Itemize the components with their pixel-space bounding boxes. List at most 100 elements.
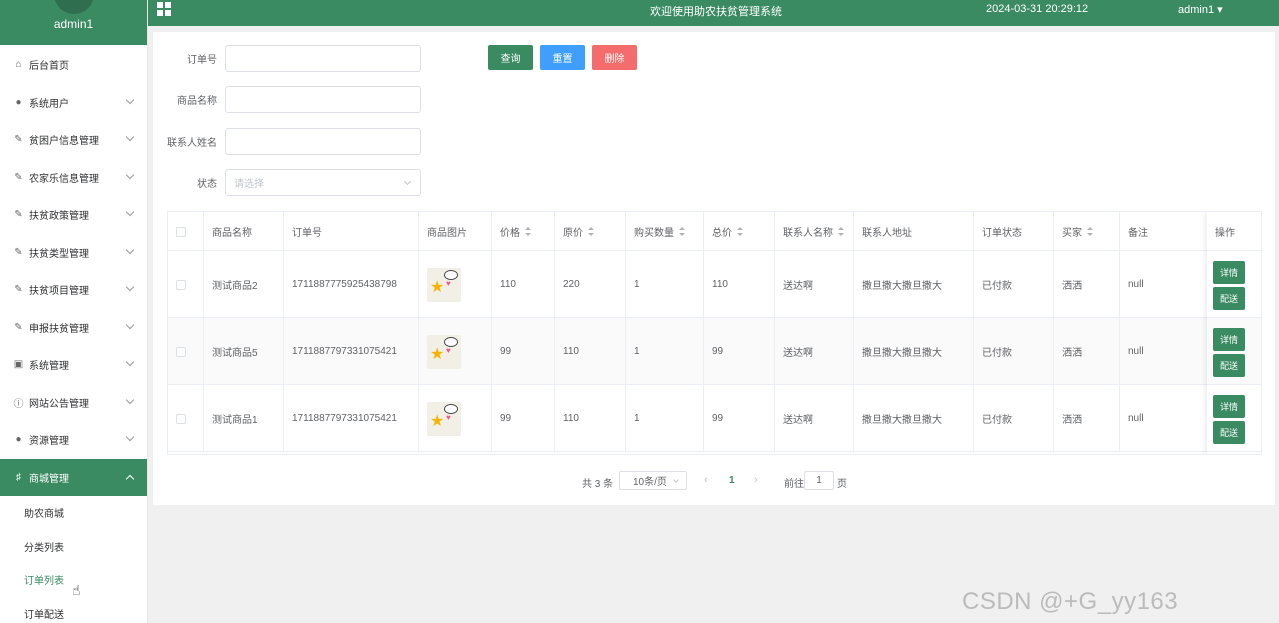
cell-price: 99: [492, 385, 555, 452]
chevron-down-icon: [125, 95, 135, 104]
page-suffix: 页: [837, 479, 847, 490]
sidebar-username: admin1: [53, 17, 94, 31]
main-content: 订单号 商品名称 联系人姓名 状态 请选择 查询 重置 删除 商品名称 订单号 …: [153, 32, 1275, 505]
cell-original-price: 110: [555, 318, 626, 385]
sort-icon[interactable]: [1087, 227, 1093, 236]
cell-contact-name: 送达啊: [775, 251, 854, 318]
cell-original-price: 220: [555, 251, 626, 318]
page-number-current[interactable]: 1: [729, 475, 735, 486]
row-checkbox[interactable]: [176, 346, 186, 357]
grid-menu-icon[interactable]: [157, 2, 171, 16]
col-header: 联系人地址: [854, 212, 974, 251]
status-label: 状态: [197, 179, 217, 190]
cell-order-no: 1711887775925438798: [284, 251, 419, 318]
sidebar-item-system-users[interactable]: ● 系统用户: [0, 84, 147, 122]
cell-buyer: 洒洒: [1054, 318, 1120, 385]
user-dropdown[interactable]: admin1 ▾: [1178, 3, 1223, 16]
sidebar-item-mall[interactable]: ♯ 商城管理: [0, 458, 147, 496]
col-header-label: 买家: [1062, 228, 1082, 239]
edit-icon: ✎: [14, 321, 23, 333]
edit-icon: ✎: [14, 209, 23, 221]
col-header: 商品图片: [419, 212, 492, 251]
row-checkbox[interactable]: [176, 279, 186, 290]
cell-product-image: ★ ♥: [419, 318, 492, 385]
sidebar-item-farmhouse[interactable]: ✎ 农家乐信息管理: [0, 159, 147, 197]
status-select[interactable]: 请选择: [225, 169, 421, 196]
contact-name-input[interactable]: [225, 128, 421, 155]
operations-cell: 详情 配送: [1207, 318, 1261, 385]
col-header-sortable[interactable]: 买家: [1054, 212, 1120, 251]
cell-product-name: 测试商品5: [204, 318, 284, 385]
cell-contact-name: 送达啊: [775, 385, 854, 452]
page-size-value: 10条/页: [633, 477, 667, 488]
sidebar-subitem-delivery[interactable]: 订单配送: [0, 597, 147, 623]
sidebar-subitem-mall[interactable]: 助农商城: [0, 496, 147, 530]
chevron-down-icon: [125, 395, 135, 404]
sidebar-subitem-categories[interactable]: 分类列表: [0, 530, 147, 564]
row-checkbox[interactable]: [176, 413, 186, 424]
cell-product-name: 测试商品2: [204, 251, 284, 318]
query-button[interactable]: 查询: [488, 45, 533, 70]
sort-icon[interactable]: [737, 227, 743, 236]
deliver-button[interactable]: 配送: [1213, 354, 1245, 377]
table-row: 测试商品2 1711887775925438798 ★ ♥ 110 220 1 1…: [168, 251, 1261, 318]
heart-icon: ♥: [446, 412, 451, 422]
cell-contact-address: 撒旦撒大撒旦撒大: [854, 318, 974, 385]
select-all-checkbox[interactable]: [176, 226, 186, 237]
site-title: 欢迎使用助农扶贫管理系统: [650, 6, 782, 18]
col-header-sortable[interactable]: 联系人名称: [775, 212, 854, 251]
sidebar-item-aid-type[interactable]: ✎ 扶贫类型管理: [0, 234, 147, 272]
deliver-button[interactable]: 配送: [1213, 287, 1245, 310]
detail-button[interactable]: 详情: [1213, 328, 1245, 351]
detail-button[interactable]: 详情: [1213, 261, 1245, 284]
sidebar-item-announcements[interactable]: ⓘ 网站公告管理: [0, 384, 147, 422]
sidebar-item-aid-project[interactable]: ✎ 扶贫项目管理: [0, 271, 147, 309]
sort-icon[interactable]: [588, 227, 594, 236]
col-header-label: 原价: [563, 228, 583, 239]
reset-button[interactable]: 重置: [540, 45, 585, 70]
cell-total: 110: [704, 251, 775, 318]
user-icon: ●: [15, 96, 22, 108]
col-header-sortable[interactable]: 价格: [492, 212, 555, 251]
order-no-input[interactable]: [225, 45, 421, 72]
product-name-input[interactable]: [225, 86, 421, 113]
col-header-sortable[interactable]: 总价: [704, 212, 775, 251]
prev-page-icon[interactable]: ‹: [704, 474, 708, 486]
cell-status: 已付款: [974, 318, 1054, 385]
deliver-button[interactable]: 配送: [1213, 421, 1245, 444]
sidebar-item-poor-households[interactable]: ✎ 贫困户信息管理: [0, 121, 147, 159]
sidebar-item-aid-application[interactable]: ✎ 申报扶贫管理: [0, 309, 147, 347]
hand-cursor-icon: ☝: [72, 582, 81, 598]
horizontal-scrollbar[interactable]: [168, 454, 1028, 455]
sidebar-item-home[interactable]: ⌂ 后台首页: [0, 46, 147, 84]
col-header-sortable[interactable]: 原价: [555, 212, 626, 251]
detail-button[interactable]: 详情: [1213, 395, 1245, 418]
next-page-icon[interactable]: ›: [754, 474, 758, 486]
sort-icon[interactable]: [679, 227, 685, 236]
cell-price: 110: [492, 251, 555, 318]
contact-name-row: 联系人姓名: [153, 128, 421, 155]
sidebar-item-resources[interactable]: ● 资源管理: [0, 421, 147, 459]
page-size-select[interactable]: 10条/页: [619, 471, 687, 490]
col-header: 订单号: [284, 212, 419, 251]
chevron-down-icon: [125, 170, 135, 179]
col-header-sortable[interactable]: 购买数量: [626, 212, 704, 251]
goto-page-input[interactable]: 1: [804, 471, 834, 490]
edit-icon: ✎: [14, 284, 23, 296]
cell-remark: null: [1128, 279, 1144, 290]
sidebar-item-system[interactable]: ▣ 系统管理: [0, 346, 147, 384]
table-row: 测试商品1 1711887797331075421 ★ ♥ 99 110 1 99…: [168, 385, 1261, 452]
cell-quantity: 1: [626, 251, 704, 318]
sidebar-item-label: 后台首页: [29, 61, 69, 73]
cell-quantity: 1: [626, 385, 704, 452]
delete-button[interactable]: 删除: [592, 45, 637, 70]
cell-order-no: 1711887797331075421: [284, 318, 419, 385]
sort-icon[interactable]: [838, 227, 844, 236]
status-placeholder: 请选择: [234, 179, 264, 190]
pagination: 共 3 条 10条/页 ‹ 1 › 前往 1 页: [153, 471, 1275, 491]
sort-icon[interactable]: [525, 227, 531, 236]
goto-label: 前往: [784, 479, 804, 490]
star-icon: ★: [430, 412, 445, 430]
sidebar-item-label: 网站公告管理: [29, 398, 89, 410]
sidebar-item-policy[interactable]: ✎ 扶贫政策管理: [0, 196, 147, 234]
